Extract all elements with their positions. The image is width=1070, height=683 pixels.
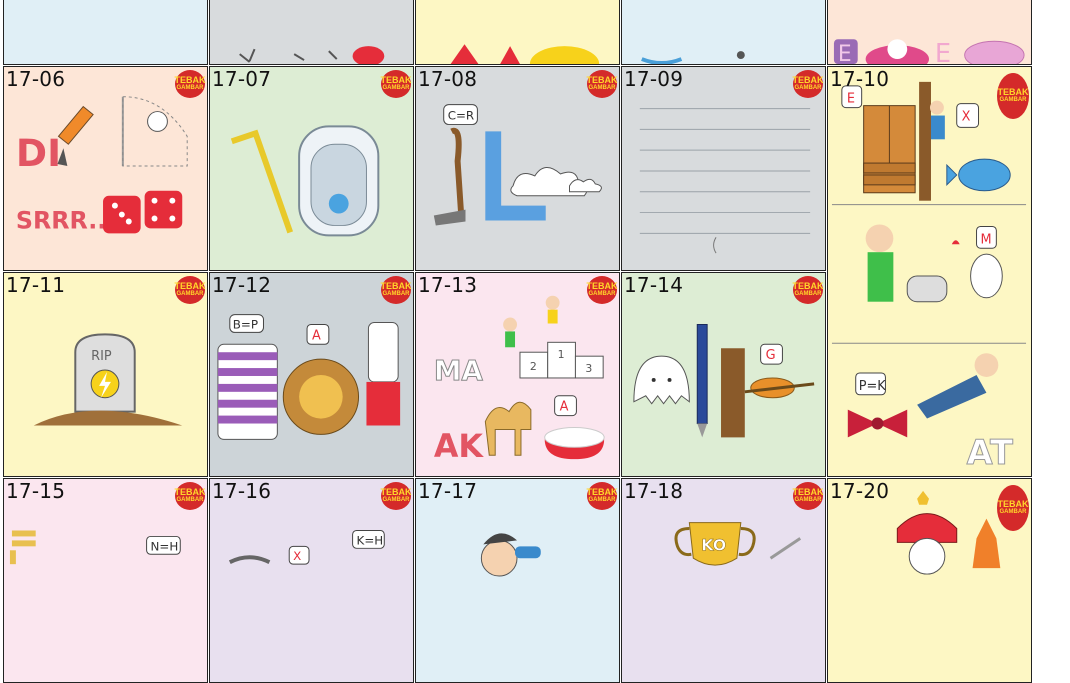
- puzzle-tile-17-06[interactable]: 17-06 TEBAK GAMBAR DI SRRR..: [3, 66, 208, 271]
- tebak-gambar-badge: TEBAK GAMBAR: [793, 482, 824, 510]
- tile-number: 17-09: [624, 67, 684, 91]
- puzzle-tile-17-12[interactable]: 17-12 TEBAK GAMBAR B=P A: [209, 272, 414, 477]
- tebak-gambar-badge: TEBAK GAMBAR: [381, 276, 412, 304]
- puzzle-tile-17-15[interactable]: 17-15 TEBAK GAMBAR N=H: [3, 478, 208, 683]
- puzzle-tile-top-4[interactable]: [621, 0, 826, 65]
- bullets-illustration: N=H: [9, 530, 181, 565]
- puzzle-tile-top-3[interactable]: [415, 0, 620, 65]
- gravestone-lightning-illustration: RIP: [33, 333, 183, 426]
- drinking-man-illustration: [480, 533, 541, 577]
- tile-number: 17-13: [418, 273, 478, 297]
- hint-word-ak: AK: [434, 429, 485, 465]
- tebak-gambar-badge: TEBAK GAMBAR: [175, 482, 206, 510]
- hint-bubble-a: A: [312, 328, 321, 343]
- puzzle-tile-17-17[interactable]: 17-17 TEBAK GAMBAR: [415, 478, 620, 683]
- tile-number: 17-10: [830, 67, 890, 91]
- letter-e-1: E: [838, 42, 852, 64]
- tebak-gambar-badge: TEBAK GAMBAR: [587, 482, 618, 510]
- cupboard-climber-fish-illustration: E X M P=K AT: [831, 81, 1027, 473]
- tebak-gambar-badge: TEBAK GAMBAR: [381, 482, 412, 510]
- tile-number: 17-08: [418, 67, 478, 91]
- podium-1: 1: [558, 348, 565, 361]
- puzzle-tile-17-20[interactable]: 17-20 TEBAK GAMBAR: [827, 478, 1032, 683]
- hint-bubble-n-h: N=H: [151, 539, 179, 553]
- red-yellow-illustration: [450, 44, 600, 64]
- water-illustration: [641, 51, 745, 64]
- straw-toilet-illustration: [230, 125, 380, 237]
- hint-bubble-p-k: P=K: [859, 379, 887, 394]
- puzzle-tile-17-11[interactable]: 17-11 TEBAK GAMBAR RIP: [3, 272, 208, 477]
- podium-3: 3: [585, 362, 592, 375]
- tile-number: 17-20: [830, 479, 890, 503]
- tile-number: 17-12: [212, 273, 272, 297]
- drill-net-dice-illustration: DI SRRR..: [16, 96, 188, 234]
- hint-bubble-m: M: [980, 232, 991, 247]
- puzzle-tile-17-07[interactable]: 17-07 TEBAK GAMBAR: [209, 66, 414, 271]
- running-figure-illustration: [239, 46, 385, 64]
- lined-paper-illustration: [639, 108, 811, 254]
- tile-number: 17-07: [212, 67, 272, 91]
- tile-number: 17-06: [6, 67, 66, 91]
- hint-bubbles-illustration: X K=H: [228, 529, 385, 565]
- puzzle-tile-top-2[interactable]: [209, 0, 414, 65]
- tile-number: 17-16: [212, 479, 272, 503]
- trophy-illustration: KO: [674, 522, 802, 566]
- hint-bubble-k-h: K=H: [357, 533, 384, 547]
- hint-bubble-a: A: [560, 400, 569, 415]
- puzzle-tile-top-1[interactable]: [3, 0, 208, 65]
- podium-camel-rice-illustration: MA 2 1 3 AK A: [433, 295, 605, 465]
- podium-2: 2: [530, 360, 537, 373]
- hint-bubble-x: X: [962, 109, 971, 124]
- tebak-gambar-badge: TEBAK GAMBAR: [381, 70, 412, 98]
- tebak-gambar-badge: TEBAK GAMBAR: [175, 276, 206, 304]
- tebak-gambar-badge: TEBAK GAMBAR: [587, 70, 618, 98]
- tile-number: 17-18: [624, 479, 684, 503]
- letters-illustration: E E: [833, 39, 1025, 64]
- puzzle-tile-17-16[interactable]: 17-16 TEBAK GAMBAR X K=H: [209, 478, 414, 683]
- hint-bubble-b-p: B=P: [233, 317, 258, 331]
- puzzle-tile-17-10[interactable]: 17-10 TEBAK GAMBAR E X M P=K AT: [827, 66, 1032, 477]
- tebak-gambar-badge: TEBAK GAMBAR: [997, 73, 1029, 119]
- hint-word-at: AT: [967, 433, 1013, 472]
- hint-bubble-g: G: [766, 348, 776, 363]
- hint-word-srrr: SRRR..: [16, 206, 106, 234]
- puzzle-tile-top-5[interactable]: E E: [827, 0, 1032, 65]
- puzzle-tile-17-13[interactable]: 17-13 TEBAK GAMBAR MA 2 1 3 AK A: [415, 272, 620, 477]
- tebak-gambar-badge: TEBAK GAMBAR: [793, 276, 824, 304]
- puzzle-tile-17-18[interactable]: 17-18 TEBAK GAMBAR KO: [621, 478, 826, 683]
- shovel-letter-l-cloud-illustration: C=R: [433, 104, 602, 226]
- hint-word-di: DI: [16, 131, 61, 175]
- tile-number: 17-14: [624, 273, 684, 297]
- hint-word-ma: MA: [434, 354, 484, 387]
- ghost-pen-tree-nest-illustration: G: [633, 323, 815, 438]
- puzzle-tile-17-14[interactable]: 17-14 TEBAK GAMBAR G: [621, 272, 826, 477]
- puzzle-tile-17-08[interactable]: 17-08 TEBAK GAMBAR C=R: [415, 66, 620, 271]
- tile-number: 17-15: [6, 479, 66, 503]
- hint-rip: RIP: [91, 349, 112, 364]
- trophy-label: KO: [701, 535, 726, 554]
- puzzle-tile-17-09[interactable]: 17-09 TEBAK GAMBAR: [621, 66, 826, 271]
- tebak-gambar-badge: TEBAK GAMBAR: [175, 70, 206, 98]
- hint-bubble-x: X: [293, 549, 301, 563]
- tebak-gambar-badge: TEBAK GAMBAR: [793, 70, 824, 98]
- tebak-gambar-badge: TEBAK GAMBAR: [587, 276, 618, 304]
- hint-bubble-c-r: C=R: [448, 108, 475, 122]
- tebak-gambar-badge: TEBAK GAMBAR: [997, 485, 1029, 531]
- striped-cloth-lion-shorts-illustration: B=P A: [217, 314, 401, 440]
- letter-e-2: E: [935, 39, 951, 64]
- hint-bubble-e: E: [847, 92, 855, 107]
- tile-number: 17-11: [6, 273, 66, 297]
- tile-number: 17-17: [418, 479, 478, 503]
